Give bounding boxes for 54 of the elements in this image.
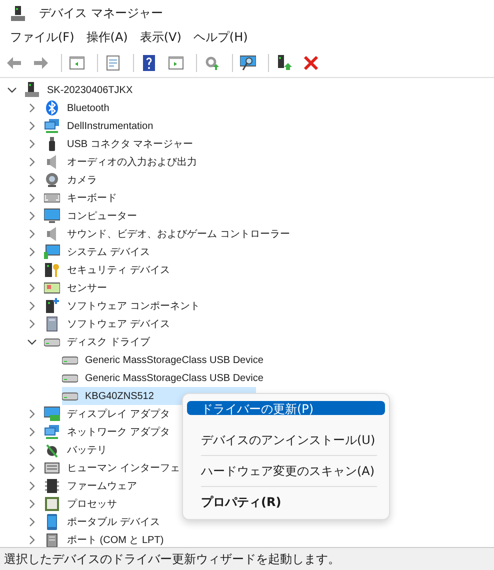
tree-item[interactable]: Generic MassStorageClass USB Device [62,351,366,369]
tree-item[interactable]: ソフトウェア コンポーネント [44,297,302,315]
tree-item[interactable]: ポータブル デバイス [44,513,262,531]
context-menu-item[interactable]: デバイスのアンインストール(U) [187,427,385,453]
tree-item[interactable]: Bluetooth [44,99,212,117]
tower-icon [276,55,292,71]
back-arrow-icon [6,55,22,71]
tree-item[interactable]: ソフトウェア デバイス [44,315,272,333]
tree-item[interactable]: センサー [44,279,209,297]
tree-item[interactable]: ポート (COM と LPT) [44,531,266,549]
tree-item[interactable]: オーディオの入力および出力 [44,153,299,171]
pane-icon [168,55,184,71]
bluetooth-icon [44,100,60,116]
monitor-search-icon [240,55,256,71]
computer-icon [24,82,40,98]
window-title: デバイス マネージャー [39,5,163,22]
monitor-icon [44,208,60,224]
status-text: 選択したデバイスのドライバー更新ウィザードを起動します。 [4,550,340,568]
chip-icon [44,478,60,494]
tower-icon [44,298,60,314]
processor-icon [44,496,60,512]
help-icon [141,55,157,71]
tree-item[interactable]: ディスク ドライブ [44,333,252,351]
display-adapter-icon [44,406,60,422]
tree-item[interactable]: Generic MassStorageClass USB Device [62,369,366,387]
tree-item[interactable]: サウンド、ビデオ、およびゲーム コントローラー [44,225,392,243]
menu-item[interactable]: 操作(A) [80,28,134,46]
tower-icon [44,316,60,332]
pane-icon [69,55,85,71]
context-menu-item[interactable]: ドライバーの更新(P) [187,401,385,415]
network-icon [44,118,60,134]
document-icon [105,55,121,71]
close-icon [303,55,319,71]
tree-item[interactable]: DellInstrumentation [44,117,256,135]
tree-item[interactable]: USB コネクタ マネージャー [44,135,296,153]
tablet-icon [44,514,60,530]
tree-item[interactable]: セキュリティ デバイス [44,261,272,279]
webcam-icon [44,172,60,188]
menu-item[interactable]: 表示(V) [134,28,188,46]
tree-item[interactable]: キーボード [44,189,219,207]
menu-item[interactable]: ヘルプ(H) [187,28,254,46]
forward-arrow-icon [33,55,49,71]
network-icon [44,424,60,440]
monitor-icon [44,244,60,260]
menu-item[interactable]: ファイル(F) [4,28,80,46]
port-icon [44,532,60,548]
tree-item[interactable]: カメラ [44,171,199,189]
device-manager-icon [10,6,26,22]
input-device-icon [44,460,60,476]
tree-item[interactable]: システム デバイス [44,243,252,261]
sensor-icon [44,280,60,296]
tree-item[interactable]: コンピューター [44,207,239,225]
key-tower-icon [44,262,60,278]
tree-item[interactable]: SK-20230406TJKX [24,81,235,99]
